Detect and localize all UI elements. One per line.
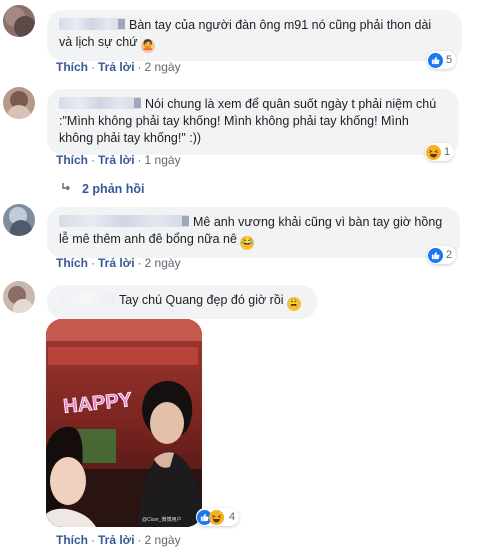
tired-face-icon: 😩 [287,297,302,311]
reaction-summary[interactable]: 1 [425,143,455,161]
reaction-summary[interactable]: 2 [427,246,457,264]
comment-photo[interactable]: HAPPY @Cicer_微博用户 [46,319,202,527]
comment-time[interactable]: 2 ngày [145,533,181,547]
comment-time[interactable]: 1 ngày [145,153,181,167]
avatar[interactable] [3,87,35,119]
reply-link[interactable]: Trả lời [98,60,135,74]
comment-text-line1: Nói chung là xem để quân suốt ngày t phả… [145,97,437,111]
commenter-name-blurred[interactable] [59,97,141,109]
comment-text-line3: không phải tay khống!" :)) [59,131,202,145]
comment-text-line1: Tay chú Quang đẹp đó giờ rồi [119,293,284,307]
comment-time[interactable]: 2 ngày [145,60,181,74]
comment-actions: Thích · Trả lời · 1 ngày [56,153,181,167]
reaction-count: 5 [446,54,453,66]
like-link[interactable]: Thích [56,153,88,167]
reply-link[interactable]: Trả lời [98,153,135,167]
comment-text-line2: lễ mê thêm anh đê bổng nữa nê [59,232,237,246]
reply-arrow-icon [60,181,72,196]
comment-text-line1: Mê anh vương khải cũng vì bàn tay giờ hồ… [193,215,443,229]
reaction-count: 2 [446,249,453,261]
comment-bubble: Bàn tay của người đàn ông m91 nó cũng ph… [47,10,462,61]
avatar[interactable] [3,281,35,313]
banner-balloons: HAPPY @Cicer_微博用户 [62,388,182,523]
comment-bubble: Tay chú Quang đẹp đó giờ rồi 😩 [47,285,317,319]
haha-reaction-icon [209,509,224,525]
comment-actions: Thích · Trả lời · 2 ngày [56,533,181,547]
comment-text-line2: và lịch sự chứ [59,35,138,49]
person-gesturing-icon: 🙅 [141,39,156,53]
like-reaction-icon [428,247,443,263]
haha-reaction-icon [426,144,441,160]
comment-bubble: Nói chung là xem để quân suốt ngày t phả… [47,89,459,155]
reaction-summary[interactable]: 4 [196,508,240,526]
comment-text-line1: Bàn tay của người đàn ông m91 nó cũng ph… [129,18,432,32]
replies-count-label: 2 phản hồi [82,181,145,196]
commenter-name-blurred[interactable] [59,18,125,30]
reply-link[interactable]: Trả lời [98,256,135,270]
avatar[interactable] [3,5,35,37]
view-replies-link[interactable]: 2 phản hồi [60,181,145,196]
avatar[interactable] [3,204,35,236]
reaction-count: 1 [444,146,451,158]
comment-actions: Thích · Trả lời · 2 ngày [56,60,181,74]
like-link[interactable]: Thích [56,533,88,547]
comment-time[interactable]: 2 ngày [145,256,181,270]
reply-link[interactable]: Trả lời [98,533,135,547]
commenter-name-blurred[interactable] [59,215,189,227]
comment-actions: Thích · Trả lời · 2 ngày [56,256,181,270]
comment-bubble: Mê anh vương khải cũng vì bàn tay giờ hồ… [47,207,460,258]
happy-banner-text: HAPPY [62,389,133,418]
reaction-summary[interactable]: 5 [427,51,457,69]
commenter-name-blurred[interactable] [59,293,115,305]
laughing-icon: 😂 [240,236,255,250]
photo-watermark: @Cicer_微博用户 [142,516,182,523]
like-link[interactable]: Thích [56,256,88,270]
comment-text-line2: :"Mình không phải tay khống! Mình không … [59,114,409,128]
like-link[interactable]: Thích [56,60,88,74]
like-reaction-icon [428,52,443,68]
reaction-count: 4 [229,511,236,523]
